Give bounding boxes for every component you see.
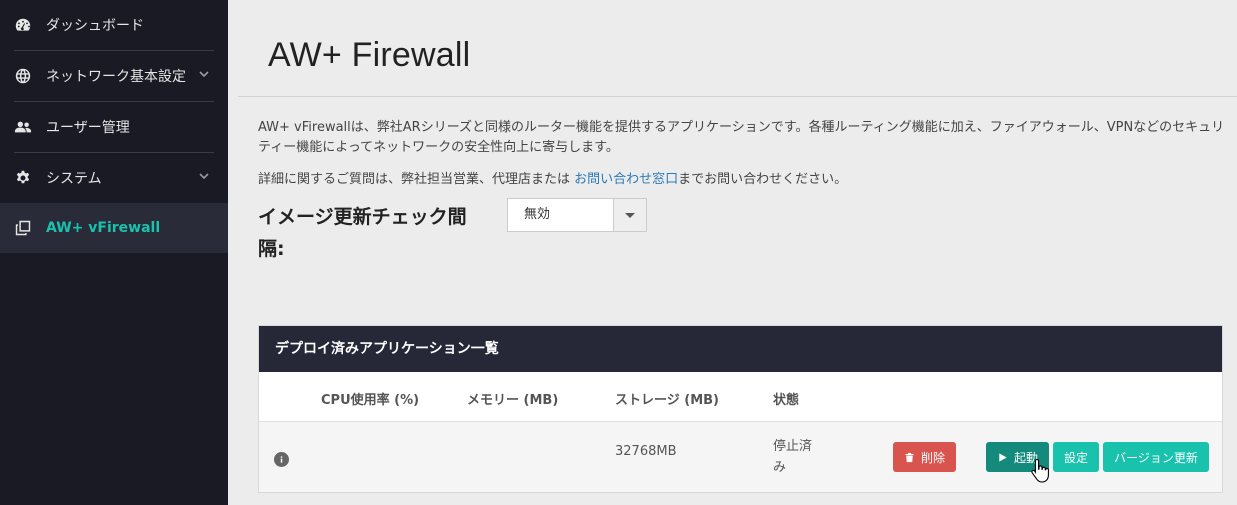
sidebar-item-system[interactable]: システム <box>0 153 228 203</box>
sidebar-item-label: ネットワーク基本設定 <box>46 69 186 85</box>
sidebar-item-label: ダッシュボード <box>46 18 144 34</box>
inquiry-text: 詳細に関するご質問は、弊社担当営業、代理店または お問い合わせ窓口までお問い合わ… <box>258 168 847 187</box>
sidebar-item-network[interactable]: ネットワーク基本設定 <box>0 51 228 101</box>
status-value: 停止済み <box>773 439 813 475</box>
inquiry-link[interactable]: お問い合わせ窓口 <box>574 172 678 187</box>
image-check-label: イメージ更新チェック間隔: <box>258 206 467 260</box>
inquiry-suffix: までお問い合わせください。 <box>678 172 848 187</box>
table-header: CPU使用率 (%) メモリー (MB) ストレージ (MB) 状態 <box>259 372 1222 422</box>
delete-button-label: 削除 <box>920 450 945 465</box>
page-title: AW+ Firewall <box>268 36 471 74</box>
settings-button[interactable]: 設定 <box>1053 442 1099 472</box>
title-divider <box>238 96 1237 97</box>
main-content: AW+ Firewall AW+ vFirewallは、弊社ARシリーズと同様の… <box>228 0 1237 505</box>
globe-icon <box>14 67 32 85</box>
play-icon <box>999 452 1007 462</box>
panel-title: デプロイ済みアプリケーション一覧 <box>259 326 1222 372</box>
settings-button-label: 設定 <box>1063 450 1088 465</box>
column-header-status: 状態 <box>773 393 800 408</box>
update-version-button[interactable]: バージョン更新 <box>1103 442 1209 472</box>
column-header-memory: メモリー (MB) <box>467 393 559 408</box>
trash-icon <box>905 452 914 462</box>
gear-icon <box>14 169 32 187</box>
image-check-select[interactable]: 無効 <box>507 198 647 232</box>
delete-button[interactable]: 削除 <box>893 442 956 472</box>
chevron-down-icon <box>198 68 210 80</box>
inquiry-prefix: 詳細に関するご質問は、弊社担当営業、代理店または <box>258 172 575 187</box>
storage-value: 32768MB <box>615 444 677 459</box>
sidebar-item-users[interactable]: ユーザー管理 <box>0 102 228 152</box>
hand-cursor-icon <box>1031 458 1049 483</box>
sidebar-item-label: ユーザー管理 <box>46 120 130 136</box>
deployed-apps-panel: デプロイ済みアプリケーション一覧 CPU使用率 (%) メモリー (MB) スト… <box>258 325 1223 493</box>
update-version-button-label: バージョン更新 <box>1114 450 1198 465</box>
users-icon <box>14 118 32 136</box>
info-icon[interactable] <box>274 452 289 467</box>
sidebar-item-label: システム <box>46 171 102 187</box>
column-header-storage: ストレージ (MB) <box>615 393 719 408</box>
sidebar-item-label: AW+ vFirewall <box>46 220 161 236</box>
page-description: AW+ vFirewallは、弊社ARシリーズと同様のルーター機能を提供するアプ… <box>258 120 1225 155</box>
column-header-cpu: CPU使用率 (%) <box>321 393 420 408</box>
sidebar: ダッシュボード ネットワーク基本設定 ユーザー管理 システム AW+ vFire… <box>0 0 228 505</box>
caret-down-icon[interactable] <box>613 199 646 231</box>
image-check-selected-value: 無効 <box>524 207 551 222</box>
sidebar-item-dashboard[interactable]: ダッシュボード <box>0 0 228 50</box>
clone-icon <box>14 219 32 237</box>
sidebar-item-vfirewall[interactable]: AW+ vFirewall <box>0 203 228 253</box>
chevron-down-icon <box>198 170 210 182</box>
dashboard-icon <box>14 16 32 34</box>
table-row: 32768MB 停止済み 削除 起動 設定 バージョン更新 <box>259 422 1222 492</box>
